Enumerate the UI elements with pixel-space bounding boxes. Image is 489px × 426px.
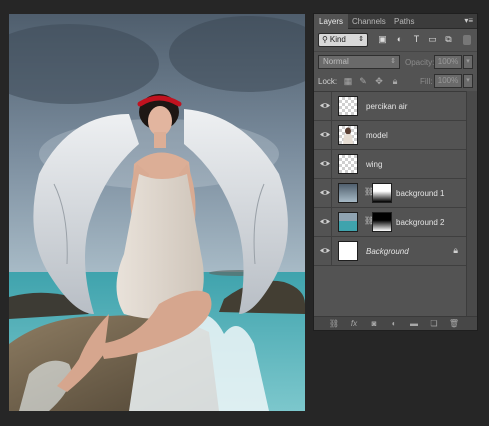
adjustment-layer-icon[interactable]: ◐ bbox=[388, 318, 400, 330]
layer-thumbnail bbox=[338, 125, 358, 145]
blend-mode-value: Normal bbox=[323, 57, 349, 66]
fx-icon[interactable]: fx bbox=[348, 318, 360, 330]
new-group-icon[interactable]: ▬ bbox=[408, 318, 420, 330]
search-icon: ⚲ bbox=[322, 35, 328, 44]
add-mask-icon[interactable]: ◙ bbox=[368, 318, 380, 330]
eye-icon bbox=[320, 219, 330, 224]
opacity-input[interactable]: 100% bbox=[434, 55, 462, 69]
eye-icon bbox=[320, 248, 330, 253]
blend-row: Normal ⇕ Opacity: 100% ▾ bbox=[314, 51, 477, 72]
type-filter-icon[interactable]: T bbox=[411, 34, 422, 45]
visibility-toggle[interactable] bbox=[318, 179, 332, 207]
panel-tab-bar: Layers Channels Paths ▾≡ bbox=[314, 14, 477, 29]
panel-menu-icon[interactable]: ▾≡ bbox=[464, 16, 473, 25]
fill-dropdown-button[interactable]: ▾ bbox=[463, 74, 473, 88]
lock-label: Lock: bbox=[318, 77, 338, 86]
chevron-down-icon: ⇕ bbox=[358, 36, 364, 43]
lock-icon: 🔒︎ bbox=[453, 245, 458, 255]
adjustment-filter-icon[interactable]: ◐ bbox=[394, 34, 405, 45]
layer-name: model bbox=[366, 131, 388, 140]
tab-channels[interactable]: Channels bbox=[347, 14, 391, 29]
visibility-toggle[interactable] bbox=[318, 121, 332, 149]
layers-scrollbar[interactable] bbox=[466, 91, 477, 317]
layer-mask-thumbnail[interactable] bbox=[372, 212, 392, 232]
model-thumbnail-image bbox=[343, 127, 353, 144]
new-layer-icon[interactable]: ❏ bbox=[428, 318, 440, 330]
lock-transparent-icon[interactable]: ▦ bbox=[343, 76, 353, 86]
lock-all-icon[interactable]: 🔒︎ bbox=[390, 76, 400, 86]
tab-layers[interactable]: Layers bbox=[314, 14, 349, 29]
opacity-label: Opacity: bbox=[405, 58, 435, 67]
fill-label: Fill: bbox=[420, 77, 433, 86]
delete-layer-icon[interactable]: 🗑︎ bbox=[448, 318, 460, 330]
layer-name: background 1 bbox=[396, 189, 445, 198]
blend-mode-select[interactable]: Normal ⇕ bbox=[318, 55, 400, 69]
layer-name: percikan air bbox=[366, 102, 408, 111]
shape-filter-icon[interactable]: ▭ bbox=[427, 34, 438, 45]
smart-object-filter-icon[interactable]: ⧉ bbox=[443, 34, 454, 45]
document-canvas[interactable] bbox=[9, 14, 305, 411]
link-layers-icon[interactable]: ⛓ bbox=[328, 318, 340, 330]
layers-footer: ⛓ fx ◙ ◐ ▬ ❏ 🗑︎ bbox=[314, 316, 477, 330]
layer-name: Background bbox=[366, 247, 409, 256]
eye-icon bbox=[320, 103, 330, 108]
eye-icon bbox=[320, 190, 330, 195]
visibility-toggle[interactable] bbox=[318, 237, 332, 265]
layer-row-background[interactable]: Background 🔒︎ bbox=[314, 237, 466, 266]
lock-image-icon[interactable]: ✎ bbox=[358, 76, 368, 86]
layer-thumbnail bbox=[338, 212, 358, 232]
lock-position-icon[interactable]: ✥ bbox=[374, 76, 384, 86]
chevron-down-icon: ⇕ bbox=[390, 58, 396, 65]
layer-thumbnail bbox=[338, 154, 358, 174]
filter-row: ⚲ Kind ⇕ ▣ ◐ T ▭ ⧉ bbox=[314, 29, 477, 51]
layers-panel: Layers Channels Paths ▾≡ ⚲ Kind ⇕ ▣ ◐ T ▭… bbox=[313, 13, 478, 331]
layer-row-background-1[interactable]: ⛓ background 1 bbox=[314, 179, 466, 208]
layer-thumbnail bbox=[338, 183, 358, 203]
layer-row-background-2[interactable]: ⛓ background 2 bbox=[314, 208, 466, 237]
filter-toggle[interactable] bbox=[463, 35, 471, 45]
layer-thumbnail bbox=[338, 241, 358, 261]
layer-name: background 2 bbox=[396, 218, 445, 227]
layer-row-wing[interactable]: wing bbox=[314, 150, 466, 179]
lock-row: Lock: ▦ ✎ ✥ 🔒︎ Fill: 100% ▾ bbox=[314, 71, 477, 91]
fill-input[interactable]: 100% bbox=[434, 74, 462, 88]
eye-icon bbox=[320, 132, 330, 137]
visibility-toggle[interactable] bbox=[318, 208, 332, 236]
kind-filter-label: Kind bbox=[329, 35, 346, 44]
layer-name: wing bbox=[366, 160, 383, 169]
layer-row-percikan-air[interactable]: percikan air bbox=[314, 92, 466, 121]
pixel-filter-icon[interactable]: ▣ bbox=[377, 34, 388, 45]
kind-filter-select[interactable]: ⚲ Kind ⇕ bbox=[318, 33, 368, 47]
layer-thumbnail bbox=[338, 96, 358, 116]
opacity-dropdown-button[interactable]: ▾ bbox=[463, 55, 473, 69]
visibility-toggle[interactable] bbox=[318, 150, 332, 178]
visibility-toggle[interactable] bbox=[318, 92, 332, 120]
layer-row-model[interactable]: model bbox=[314, 121, 466, 150]
eye-icon bbox=[320, 161, 330, 166]
layer-mask-thumbnail[interactable] bbox=[372, 183, 392, 203]
canvas-artwork bbox=[9, 14, 305, 411]
tab-paths[interactable]: Paths bbox=[389, 14, 419, 29]
layers-list: percikan air model wing ⛓ background 1 ⛓… bbox=[314, 91, 466, 317]
